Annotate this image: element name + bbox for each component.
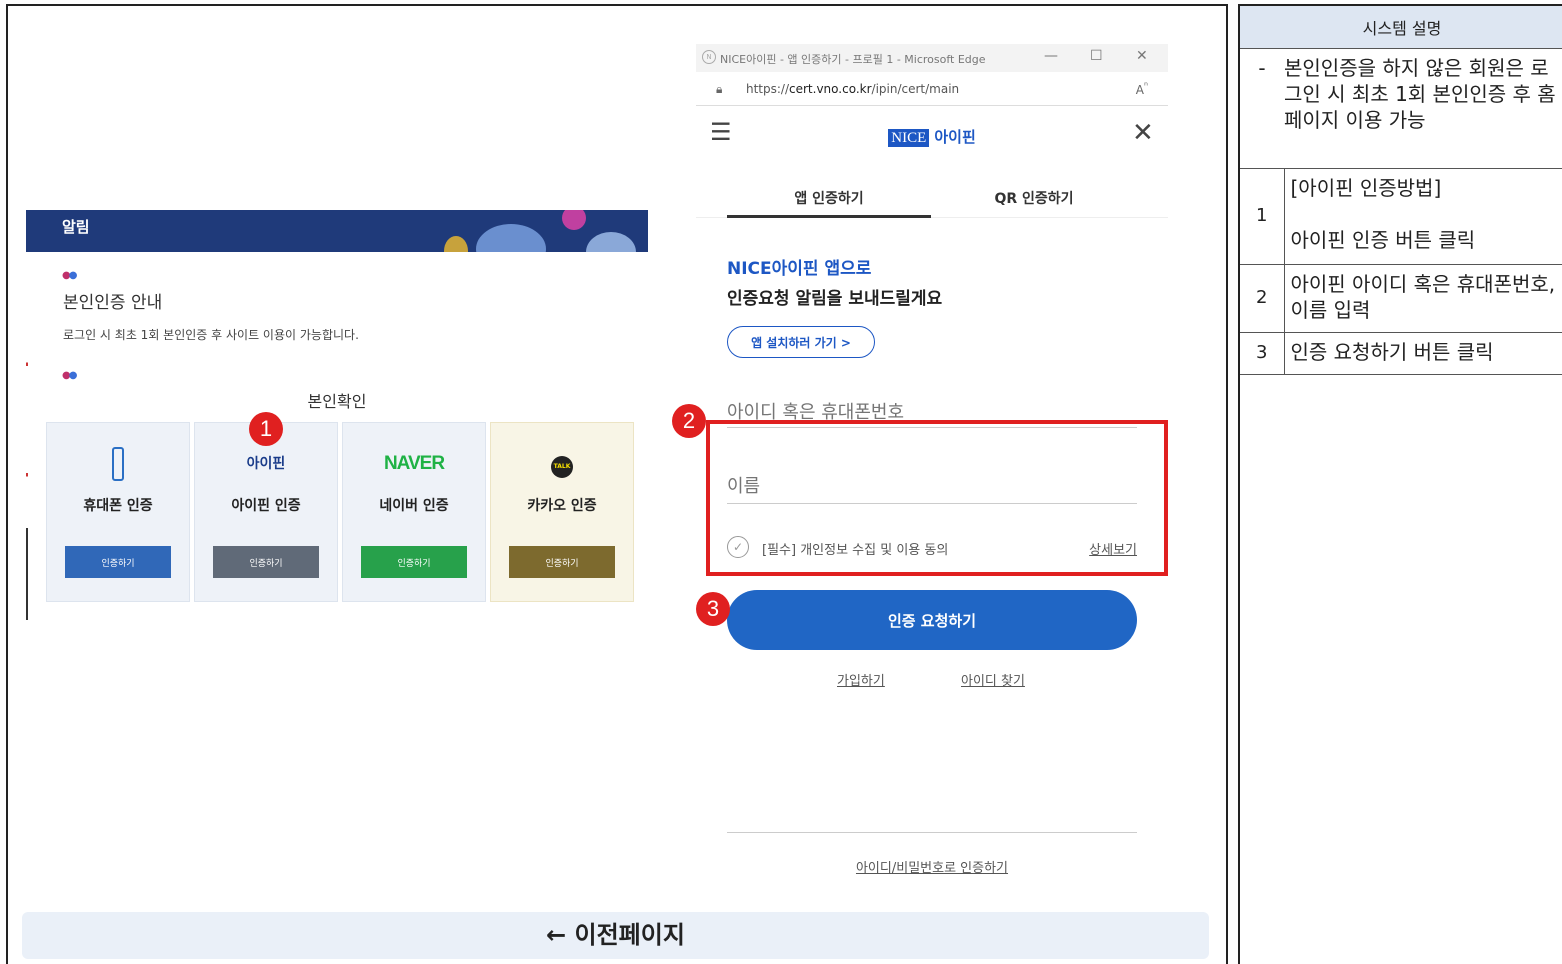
- id-password-auth-link[interactable]: 아이디/비밀번호로 인증하기: [696, 857, 1168, 876]
- minimize-icon[interactable]: —: [1044, 48, 1058, 64]
- request-auth-button[interactable]: 인증 요청하기: [727, 590, 1137, 650]
- popup-title-line2: 인증요청 알림을 보내드릴게요: [727, 289, 943, 309]
- step-number: 3: [1240, 332, 1285, 375]
- kakao-auth-label: 카카오 인증: [527, 498, 597, 514]
- step-number: 1: [1240, 168, 1285, 265]
- window-titlebar: N NICE아이핀 - 앱 인증하기 - 프로필 1 - Microsoft E…: [696, 44, 1168, 72]
- window-title: NICE아이핀 - 앱 인증하기 - 프로필 1 - Microsoft Edg…: [720, 53, 986, 66]
- bullet-dots-icon: ●●: [62, 270, 77, 281]
- step-number: 2: [1240, 264, 1285, 333]
- system-description-panel: 시스템 설명 - 본인인증을 하지 않은 회원은 로그인 시 최초 1회 본인인…: [1238, 4, 1562, 964]
- ipin-auth-label: 아이핀 인증: [231, 498, 301, 514]
- close-icon[interactable]: ✕: [1132, 118, 1154, 148]
- naver-auth-label: 네이버 인증: [379, 498, 449, 514]
- description-intro: 본인인증을 하지 않은 회원은 로그인 시 최초 1회 본인인증 후 홈페이지 …: [1284, 48, 1562, 169]
- description-table: 시스템 설명 - 본인인증을 하지 않은 회원은 로그인 시 최초 1회 본인인…: [1240, 6, 1562, 375]
- step-1-text: [아이핀 인증방법] 아이핀 인증 버튼 클릭: [1284, 168, 1562, 265]
- phone-auth-label: 휴대폰 인증: [83, 498, 153, 514]
- url-text: https://cert.vno.co.kr/ipin/cert/main: [746, 82, 960, 96]
- notice-header-title: 알림: [62, 218, 90, 236]
- step-badge-2: 2: [672, 404, 706, 438]
- verification-notice: 알림 ●● 본인인증 안내 로그인 시 최초 1회 본인인증 후 사이트 이용이…: [26, 210, 648, 620]
- popup-title-line1: NICE아이핀 앱으로: [727, 259, 872, 279]
- tab-qr-auth[interactable]: QR 인증하기: [932, 188, 1136, 208]
- ipin-auth-card[interactable]: 아이핀 아이핀 인증 인증하기: [194, 422, 338, 602]
- lock-icon: 🔒︎: [716, 82, 723, 96]
- auth-tabs: 앱 인증하기 QR 인증하기: [696, 180, 1168, 218]
- bullet-dash: -: [1240, 48, 1284, 169]
- window-close-icon[interactable]: ✕: [1136, 48, 1148, 64]
- highlight-box: [706, 420, 1168, 576]
- naver-auth-button[interactable]: 인증하기: [361, 546, 467, 578]
- decor-shape: [476, 224, 546, 252]
- step-3-text: 인증 요청하기 버튼 클릭: [1284, 332, 1562, 375]
- decor-shape: [562, 210, 586, 230]
- kakao-auth-button[interactable]: 인증하기: [509, 546, 615, 578]
- decor-shape: [444, 236, 468, 252]
- step-2-text: 아이핀 아이디 혹은 휴대폰번호, 이름 입력: [1284, 264, 1562, 333]
- tab-app-auth[interactable]: 앱 인증하기: [727, 188, 931, 218]
- address-bar[interactable]: 🔒︎ https://cert.vno.co.kr/ipin/cert/main…: [696, 74, 1168, 106]
- find-id-link[interactable]: 아이디 찾기: [961, 670, 1025, 689]
- notice-text: 로그인 시 최초 1회 본인인증 후 사이트 이용이 가능합니다.: [63, 328, 359, 342]
- step-badge-3: 3: [696, 592, 730, 626]
- read-aloud-icon[interactable]: Aⁿ: [1136, 81, 1148, 97]
- notice-heading: 본인인증 안내: [63, 293, 163, 313]
- divider: [727, 832, 1137, 833]
- side-border: [26, 252, 28, 620]
- description-header: 시스템 설명: [1240, 6, 1562, 49]
- naver-logo-icon: NAVER: [383, 453, 445, 474]
- kakao-auth-card[interactable]: TALK 카카오 인증 인증하기: [490, 422, 634, 602]
- auth-method-cards: 휴대폰 인증 인증하기 아이핀 아이핀 인증 인증하기 NAVER 네이버 인증…: [46, 422, 634, 602]
- nice-favicon-icon: N: [702, 50, 716, 64]
- bullet-dots-icon: ●●: [62, 370, 77, 381]
- phone-auth-card[interactable]: 휴대폰 인증 인증하기: [46, 422, 190, 602]
- app-header: ☰ NICE 아이핀 ✕: [696, 118, 1168, 158]
- maximize-icon[interactable]: ☐: [1090, 48, 1103, 64]
- previous-page-button[interactable]: ← 이전페이지: [22, 912, 1209, 959]
- identity-check-heading: 본인확인: [307, 392, 367, 411]
- ipin-auth-button[interactable]: 인증하기: [213, 546, 319, 578]
- join-link[interactable]: 가입하기: [837, 670, 885, 689]
- notice-header: 알림: [26, 210, 648, 252]
- decor-shape: [586, 232, 636, 252]
- nice-ipin-logo: NICE 아이핀: [696, 126, 1168, 147]
- step-badge-1: 1: [249, 412, 283, 446]
- install-app-button[interactable]: 앱 설치하러 가기 >: [727, 326, 875, 358]
- mobile-phone-icon: [112, 447, 124, 481]
- phone-auth-button[interactable]: 인증하기: [65, 546, 171, 578]
- naver-auth-card[interactable]: NAVER 네이버 인증 인증하기: [342, 422, 486, 602]
- kakao-talk-icon: TALK: [551, 456, 573, 478]
- ipin-logo-icon: 아이핀: [246, 456, 286, 472]
